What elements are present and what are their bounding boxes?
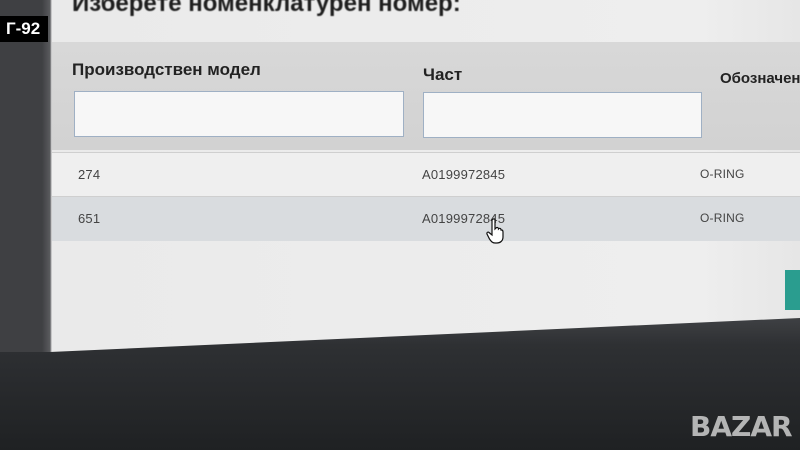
hand-cursor-icon [486, 218, 504, 244]
column-header-part: Част [423, 65, 463, 84]
confirm-button[interactable] [785, 270, 800, 310]
part-filter-input[interactable] [423, 92, 702, 138]
row-id-cell: 274 [78, 167, 101, 182]
watermark-logo: BAZAR [690, 410, 793, 443]
row-description-cell: O-RING [700, 211, 745, 225]
listing-tag: Г-92 [0, 16, 49, 42]
dialog-screen: Изберете номенклатурен номер: Производст… [0, 0, 800, 352]
table-row-selected[interactable]: 651 A0199972845 O-RING [52, 196, 800, 241]
column-header-description: Обозначен [720, 70, 800, 87]
row-id-cell: 651 [78, 211, 101, 226]
table-row[interactable]: 274 A0199972845 O-RING [52, 152, 800, 197]
model-filter-input[interactable] [74, 91, 404, 137]
row-description-cell: O-RING [700, 167, 745, 181]
column-header-model: Производствен модел [72, 60, 261, 79]
dialog-title: Изберете номенклатурен номер: [72, 0, 461, 17]
row-part-cell: A0199972845 [422, 167, 506, 182]
